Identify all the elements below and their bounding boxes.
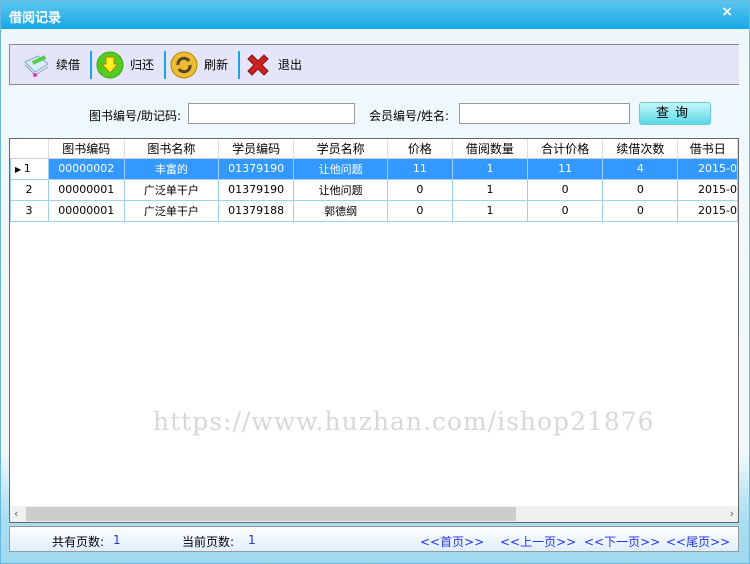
table-cell[interactable]: 广泛单干户 xyxy=(123,178,219,201)
col-header[interactable]: 借阅数量 xyxy=(452,139,529,159)
row-header[interactable]: ▶ 1 xyxy=(10,157,49,180)
table-cell[interactable]: 广泛单干户 xyxy=(123,199,219,222)
exit-button[interactable]: 退出 xyxy=(240,45,312,84)
refresh-button[interactable]: 刷新 xyxy=(166,45,238,84)
records-table: 图书编码 图书名称 学员编码 学员名称 价格 借阅数量 合计价格 续借次数 借书… xyxy=(10,139,738,222)
renew-icon xyxy=(22,51,50,79)
col-header[interactable]: 学员名称 xyxy=(293,139,388,159)
title-bar: 借阅记录 × xyxy=(1,1,749,29)
table-cell[interactable]: 郭德纲 xyxy=(293,199,388,222)
close-button[interactable]: × xyxy=(721,4,733,20)
exit-label: 退出 xyxy=(278,58,303,72)
exit-x-icon xyxy=(244,51,272,79)
member-input[interactable] xyxy=(459,103,630,124)
col-header[interactable]: 价格 xyxy=(387,139,453,159)
refresh-icon xyxy=(170,51,198,79)
row-number: 3 xyxy=(25,204,33,217)
horizontal-scrollbar[interactable]: ‹ › xyxy=(10,506,738,522)
toolbar: 续借 归还 刷新 退出 xyxy=(9,44,739,85)
table-cell[interactable]: 让他问题 xyxy=(293,157,388,180)
return-button[interactable]: 归还 xyxy=(92,45,164,84)
search-bar: 图书编号/助记码: 会员编号/姓名: 查询 xyxy=(1,102,750,125)
row-number: 1 xyxy=(23,162,31,175)
col-header[interactable]: 图书编码 xyxy=(48,139,125,159)
header-row: 图书编码 图书名称 学员编码 学员名称 价格 借阅数量 合计价格 续借次数 借书… xyxy=(10,139,738,159)
total-pages-label: 共有页数: xyxy=(52,535,105,549)
borrow-records-grid: 图书编码 图书名称 学员编码 学员名称 价格 借阅数量 合计价格 续借次数 借书… xyxy=(9,138,739,523)
table-cell[interactable]: 2015-0 xyxy=(677,199,738,222)
table-row[interactable]: 3 00000001 广泛单干户 01379188 郭德纲 0 1 0 0 2015-0 xyxy=(10,199,738,222)
table-row[interactable]: ▶ 1 00000002 丰富的 01379190 让他问题 11 1 11 4 2015-0 xyxy=(10,157,738,180)
scroll-thumb[interactable] xyxy=(26,507,516,521)
next-page-link[interactable]: <<下一页>> xyxy=(584,533,660,550)
first-page-link[interactable]: <<首页>> xyxy=(420,533,484,550)
table-cell[interactable]: 2015-0 xyxy=(677,178,738,201)
table-cell[interactable]: 4 xyxy=(602,157,679,180)
row-header-corner xyxy=(10,139,49,159)
table-cell[interactable]: 丰富的 xyxy=(123,157,219,180)
table-cell[interactable]: 1 xyxy=(451,199,529,222)
current-page-value: 1 xyxy=(248,533,256,547)
window-title: 借阅记录 xyxy=(9,11,62,26)
book-code-label: 图书编号/助记码: xyxy=(89,109,182,123)
total-pages-value: 1 xyxy=(113,533,121,547)
borrow-records-window: 借阅记录 × 续借 归还 刷新 退出 图书编号/助记码: 会员编号/姓名: 查询 xyxy=(0,0,750,564)
row-number: 2 xyxy=(25,183,33,196)
last-page-link[interactable]: <<尾页>> xyxy=(666,533,730,550)
scroll-left-icon[interactable]: ‹ xyxy=(14,506,18,522)
table-cell[interactable]: 0 xyxy=(387,199,453,222)
refresh-label: 刷新 xyxy=(204,58,229,72)
table-cell[interactable]: 0 xyxy=(527,178,604,201)
renew-label: 续借 xyxy=(56,58,81,72)
table-cell[interactable]: 2015-0 xyxy=(677,157,738,180)
row-header[interactable]: 3 xyxy=(10,199,49,222)
table-cell[interactable]: 00000002 xyxy=(47,157,125,180)
table-cell[interactable]: 01379190 xyxy=(217,157,295,180)
query-button[interactable]: 查询 xyxy=(639,102,711,125)
col-header[interactable]: 借书日 xyxy=(677,139,738,159)
table-cell[interactable]: 00000001 xyxy=(47,178,125,201)
prev-page-link[interactable]: <<上一页>> xyxy=(500,533,576,550)
return-label: 归还 xyxy=(130,58,155,72)
row-header[interactable]: 2 xyxy=(10,178,49,201)
col-header[interactable]: 学员编码 xyxy=(218,139,295,159)
watermark: https://www.huzhan.com/ishop21876 xyxy=(153,407,655,436)
table-cell[interactable]: 1 xyxy=(451,178,529,201)
table-cell[interactable]: 让他问题 xyxy=(293,178,388,201)
col-header[interactable]: 图书名称 xyxy=(124,139,219,159)
table-cell[interactable]: 0 xyxy=(387,178,453,201)
table-cell[interactable]: 00000001 xyxy=(47,199,125,222)
current-row-icon: ▶ xyxy=(15,165,24,174)
pagination-bar: 共有页数: 1 当前页数: 1 <<首页>> <<上一页>> <<下一页>> <… xyxy=(9,526,739,552)
table-cell[interactable]: 0 xyxy=(527,199,604,222)
col-header[interactable]: 续借次数 xyxy=(602,139,679,159)
table-cell[interactable]: 01379190 xyxy=(217,178,295,201)
current-page-label: 当前页数: xyxy=(182,535,235,549)
member-label: 会员编号/姓名: xyxy=(369,109,450,123)
table-cell[interactable]: 0 xyxy=(602,199,679,222)
table-cell[interactable]: 01379188 xyxy=(217,199,295,222)
table-cell[interactable]: 11 xyxy=(387,157,453,180)
table-cell[interactable]: 11 xyxy=(527,157,604,180)
book-code-input[interactable] xyxy=(188,103,355,124)
table-cell[interactable]: 1 xyxy=(451,157,529,180)
return-arrow-icon xyxy=(96,51,124,79)
scroll-right-icon[interactable]: › xyxy=(730,506,734,522)
col-header[interactable]: 合计价格 xyxy=(527,139,604,159)
table-row[interactable]: 2 00000001 广泛单干户 01379190 让他问题 0 1 0 0 2015-0 xyxy=(10,178,738,201)
renew-button[interactable]: 续借 xyxy=(18,45,90,84)
table-cell[interactable]: 0 xyxy=(602,178,679,201)
